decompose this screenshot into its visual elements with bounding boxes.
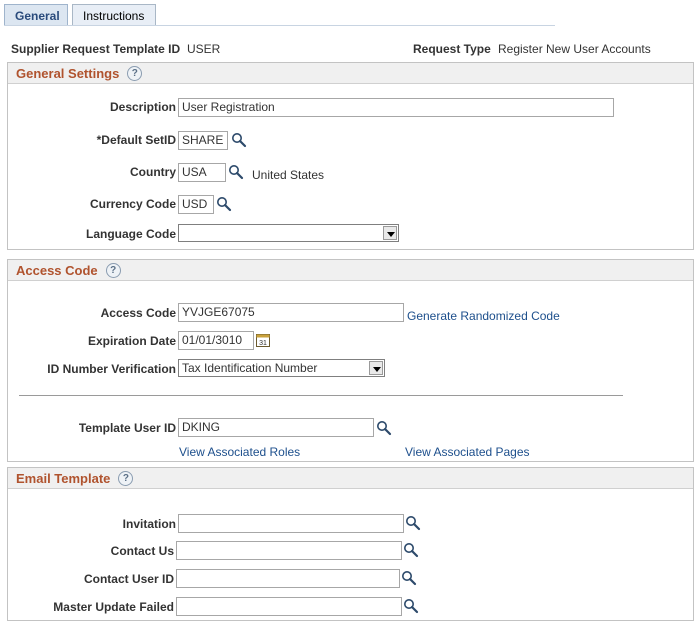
id-number-verification-label: ID Number Verification [47,362,176,376]
help-icon[interactable]: ? [118,470,134,486]
chevron-down-icon[interactable] [383,226,397,240]
country-label: Country [130,165,176,179]
request-type-label: Request Type [413,42,491,56]
contact-us-input[interactable] [176,541,402,560]
general-settings-group: General Settings ? [7,62,694,250]
currency-lookup-icon[interactable] [216,196,232,212]
contact-user-id-input[interactable] [176,569,400,588]
country-input[interactable]: USA [178,163,226,182]
contact-user-lookup-icon[interactable] [401,570,417,586]
language-code-select[interactable] [178,224,399,242]
access-code-label: Access Code [100,306,176,320]
description-label: Description [109,100,176,114]
tab-underline [4,25,555,26]
access-code-input[interactable]: YVJGE67075 [178,303,404,322]
contact-us-lookup-icon[interactable] [403,542,419,558]
template-id-value: USER [187,42,221,56]
template-id-label: Supplier Request Template ID [11,42,181,56]
template-user-id-label: Template User ID [78,421,176,435]
contact-user-id-label: Contact User ID [83,572,174,586]
default-setid-label: *Default SetID [96,133,176,147]
tab-instructions[interactable]: Instructions [72,4,156,26]
master-update-lookup-icon[interactable] [403,598,419,614]
invitation-label: Invitation [122,517,176,531]
chevron-down-icon[interactable] [369,361,383,375]
country-description: United States [252,168,325,182]
view-associated-pages-link[interactable]: View Associated Pages [405,445,530,459]
calendar-icon[interactable]: 31 [256,333,270,347]
template-user-id-input[interactable]: DKING [178,418,374,437]
default-setid-input[interactable]: SHARE [178,131,228,150]
email-template-header: Email Template ? [8,468,693,489]
help-icon[interactable]: ? [127,65,143,81]
currency-code-label: Currency Code [89,197,176,211]
currency-code-input[interactable]: USD [178,195,214,214]
expiration-date-label: Expiration Date [87,334,176,348]
view-associated-roles-link[interactable]: View Associated Roles [179,445,300,459]
generate-randomized-code-link[interactable]: Generate Randomized Code [407,309,560,323]
tab-general[interactable]: General [4,4,68,26]
setid-lookup-icon[interactable] [231,132,247,148]
request-type-value: Register New User Accounts [498,42,651,56]
country-lookup-icon[interactable] [228,164,244,180]
access-code-title: Access Code [16,262,98,278]
expiration-date-input[interactable]: 01/01/3010 [178,331,254,350]
help-icon[interactable]: ? [105,262,121,278]
section-divider [19,395,623,396]
invitation-lookup-icon[interactable] [405,515,421,531]
master-update-failed-input[interactable] [176,597,402,616]
id-number-verification-select[interactable]: Tax Identification Number [178,359,385,377]
general-settings-header: General Settings ? [8,63,693,84]
email-template-title: Email Template [16,470,111,486]
template-user-lookup-icon[interactable] [376,420,392,436]
id-number-verification-value: Tax Identification Number [182,361,318,375]
calendar-day-text: 31 [259,340,267,347]
master-update-failed-label: Master Update Failed [53,600,174,614]
invitation-input[interactable] [178,514,404,533]
description-input[interactable]: User Registration [178,98,614,117]
access-code-header: Access Code ? [8,260,693,281]
language-code-label: Language Code [85,227,176,241]
contact-us-label: Contact Us [110,544,174,558]
general-settings-title: General Settings [16,65,120,81]
